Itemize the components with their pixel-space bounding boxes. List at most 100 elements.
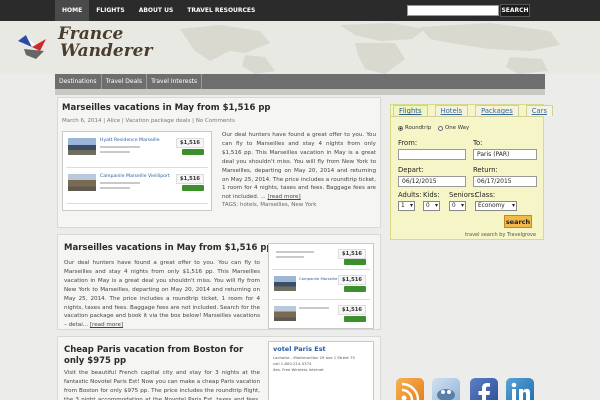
text-line [276,256,304,258]
digg-glyph-icon [437,389,455,400]
seniors-label: Seniors: [449,191,477,199]
seniors-select[interactable]: 0 [449,201,466,211]
linkedin-icon[interactable] [506,378,534,400]
subnav-travel-deals[interactable]: Travel Deals [102,74,148,89]
site-search-input[interactable] [407,5,499,16]
hotel-photo [274,276,296,291]
excerpt-text: Our deal hunters have found a great offe… [64,260,260,329]
tags-label: TAGS: [222,202,239,208]
view-deal-button [344,259,366,265]
world-map-background [180,23,560,74]
post-title[interactable]: Marseilles vacations in May from $1,516 … [62,103,271,113]
hotel-phone: call 1-800-214-5374 [273,361,312,366]
depart-date-field[interactable]: 06/12/2015 [398,176,466,187]
site-header: France Wanderer [0,21,600,74]
hotel-address: Lachaise - Montmorillon 29 ave 1 Street … [273,355,355,360]
search-tabs: Flights Hotels Packages Cars [393,105,560,116]
post-card: Cheap Paris vacation from Boston for onl… [57,336,381,400]
hotel-photo [68,174,96,191]
hotel-name: Hyatt Residence Marseille [100,138,160,143]
nav-about-us[interactable]: ABOUT US [132,0,181,21]
post-excerpt: Our deal hunters have found a great offe… [222,131,376,202]
post-card: Marseilles vacations in May from $1,516 … [57,234,381,330]
class-label: Class: [475,191,496,199]
radio-unselected-icon [438,125,443,131]
return-label: Return: [473,166,498,174]
to-label: To: [473,139,483,147]
hotel-price: $1,516 [175,174,204,184]
thumb-row: Campanile Marseille Vieilliport $1,516 [66,170,208,204]
thumb-row: Campanile Marseille Vieilliport $1,516 [272,272,370,300]
tab-packages[interactable]: Packages [475,105,519,116]
class-select[interactable]: Economy [475,201,517,211]
hotel-photo [274,306,296,321]
to-field[interactable]: Paris (PAR) [473,149,537,160]
tab-cars[interactable]: Cars [525,105,554,116]
kids-select[interactable]: 0 [423,201,440,211]
widget-credit: travel search by Travelgrove [465,232,537,238]
read-more-link[interactable]: [read more] [90,322,123,328]
facebook-glyph-icon [478,383,490,400]
text-line [100,182,140,184]
subnav-divider [55,89,545,95]
post-tags: TAGS: hotels, Marseilles, New York [222,202,376,208]
text-line [100,146,140,148]
nav-flights[interactable]: FLIGHTS [89,0,132,21]
hotel-price: $1,516 [337,305,366,315]
kids-label: Kids: [423,191,440,199]
text-line [276,251,314,253]
hotel-name: votel Paris Est [273,345,326,353]
logo-bird-icon [18,34,46,59]
text-line [100,187,130,189]
tags-list[interactable]: hotels, Marseilles, New York [240,202,316,208]
logo-line2: Wanderer [60,41,153,61]
site-logo[interactable]: France Wanderer [58,26,152,60]
adults-label: Adults: [398,191,422,199]
flight-search-button[interactable]: search [504,215,532,228]
tab-flights[interactable]: Flights [393,105,428,116]
thumb-row: $1,516 [272,302,370,328]
view-deal-button [344,316,366,322]
post-title[interactable]: Cheap Paris vacation from Boston for onl… [64,345,260,367]
view-deal-button [344,286,366,292]
adults-select[interactable]: 1 [398,201,415,211]
text-line [100,151,130,153]
nav-travel-resources[interactable]: TRAVEL RESOURCES [180,0,262,21]
view-deal-button [182,149,204,155]
from-label: From: [398,139,418,147]
post-excerpt: Visit the beautiful French capital city … [64,370,260,400]
post-title[interactable]: Marseilles vacations in May from $1,516 … [64,243,273,253]
post-thumbnail[interactable]: votel Paris Est Lachaise - Montmorillon … [268,341,374,400]
rss-glyph-icon [401,382,420,400]
post-card: Marseilles vacations in May from $1,516 … [57,97,381,228]
hotel-amenities: ites. Free Wireless Internet [273,367,324,372]
from-field[interactable] [398,149,466,160]
view-deal-button [182,185,204,191]
top-navigation: HOME FLIGHTS ABOUT US TRAVEL RESOURCES S… [0,0,600,21]
site-search-button[interactable]: SEARCH [500,4,530,17]
tab-hotels[interactable]: Hotels [434,105,469,116]
main-menu: HOME FLIGHTS ABOUT US TRAVEL RESOURCES [55,0,262,21]
text-line [299,307,329,309]
subnav-travel-interests[interactable]: Travel Interests [147,74,203,89]
tab-divider [391,116,543,117]
facebook-icon[interactable] [470,378,498,400]
post-thumbnail[interactable]: $1,516 Campanile Marseille Vieilliport $… [268,243,374,329]
rss-icon[interactable] [396,378,424,400]
roundtrip-label: Roundtrip [405,125,432,131]
post-meta: March 6, 2014 | Alice | Vacation package… [62,118,235,124]
hotel-price: $1,516 [175,138,204,148]
flight-search-widget: Flights Hotels Packages Cars Roundtrip O… [390,104,554,240]
post-thumbnail[interactable]: Hyatt Residence Marseille $1,516 Campani… [62,131,212,211]
roundtrip-radio[interactable]: Roundtrip [398,125,431,131]
hotel-price: $1,516 [337,249,366,259]
hotel-photo [68,138,96,155]
return-date-field[interactable]: 06/17/2015 [473,176,537,187]
subnav-destinations[interactable]: Destinations [55,74,102,89]
hotel-price: $1,516 [337,275,366,285]
oneway-radio[interactable]: One Way [438,125,469,131]
nav-home[interactable]: HOME [55,0,90,21]
read-more-link[interactable]: [read more] [267,194,300,200]
radio-selected-icon [398,125,403,131]
digg-icon[interactable] [432,378,460,400]
